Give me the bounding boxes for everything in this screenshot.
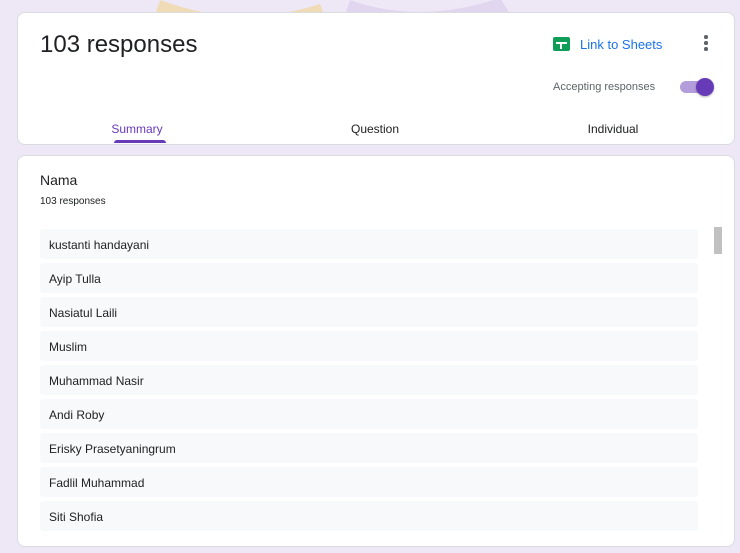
question-summary-card: Nama 103 responses kustanti handayani Ay… <box>17 155 735 547</box>
tab-individual[interactable]: Individual <box>494 116 732 146</box>
answer-item: Erisky Prasetyaningrum <box>40 433 698 463</box>
link-to-sheets-button[interactable]: Link to Sheets <box>553 35 662 53</box>
question-response-count: 103 responses <box>40 196 106 207</box>
answer-item: Siti Shofia <box>40 501 698 531</box>
answer-item: Nasiatul Laili <box>40 297 698 327</box>
more-options-icon[interactable] <box>697 32 715 54</box>
accepting-responses-label: Accepting responses <box>553 81 656 93</box>
answer-item: Andi Roby <box>40 399 698 429</box>
responses-header-card: 103 responses Link to Sheets Accepting r… <box>17 12 735 145</box>
google-sheets-icon <box>553 37 570 51</box>
answer-list: kustanti handayani Ayip Tulla Nasiatul L… <box>40 229 698 535</box>
question-title: Nama <box>40 172 78 188</box>
tab-question[interactable]: Question <box>256 116 494 146</box>
link-to-sheets-label: Link to Sheets <box>580 36 663 52</box>
active-tab-indicator <box>114 140 166 143</box>
answer-item: kustanti handayani <box>40 229 698 259</box>
answer-list-scrollbar[interactable] <box>714 227 722 254</box>
answer-item: Muslim <box>40 331 698 361</box>
answer-item: Muhammad Nasir <box>40 365 698 395</box>
page-title: 103 responses <box>40 31 198 58</box>
answer-item: Fadlil Muhammad <box>40 467 698 497</box>
accepting-responses-toggle[interactable] <box>680 78 714 96</box>
answer-item: Ayip Tulla <box>40 263 698 293</box>
